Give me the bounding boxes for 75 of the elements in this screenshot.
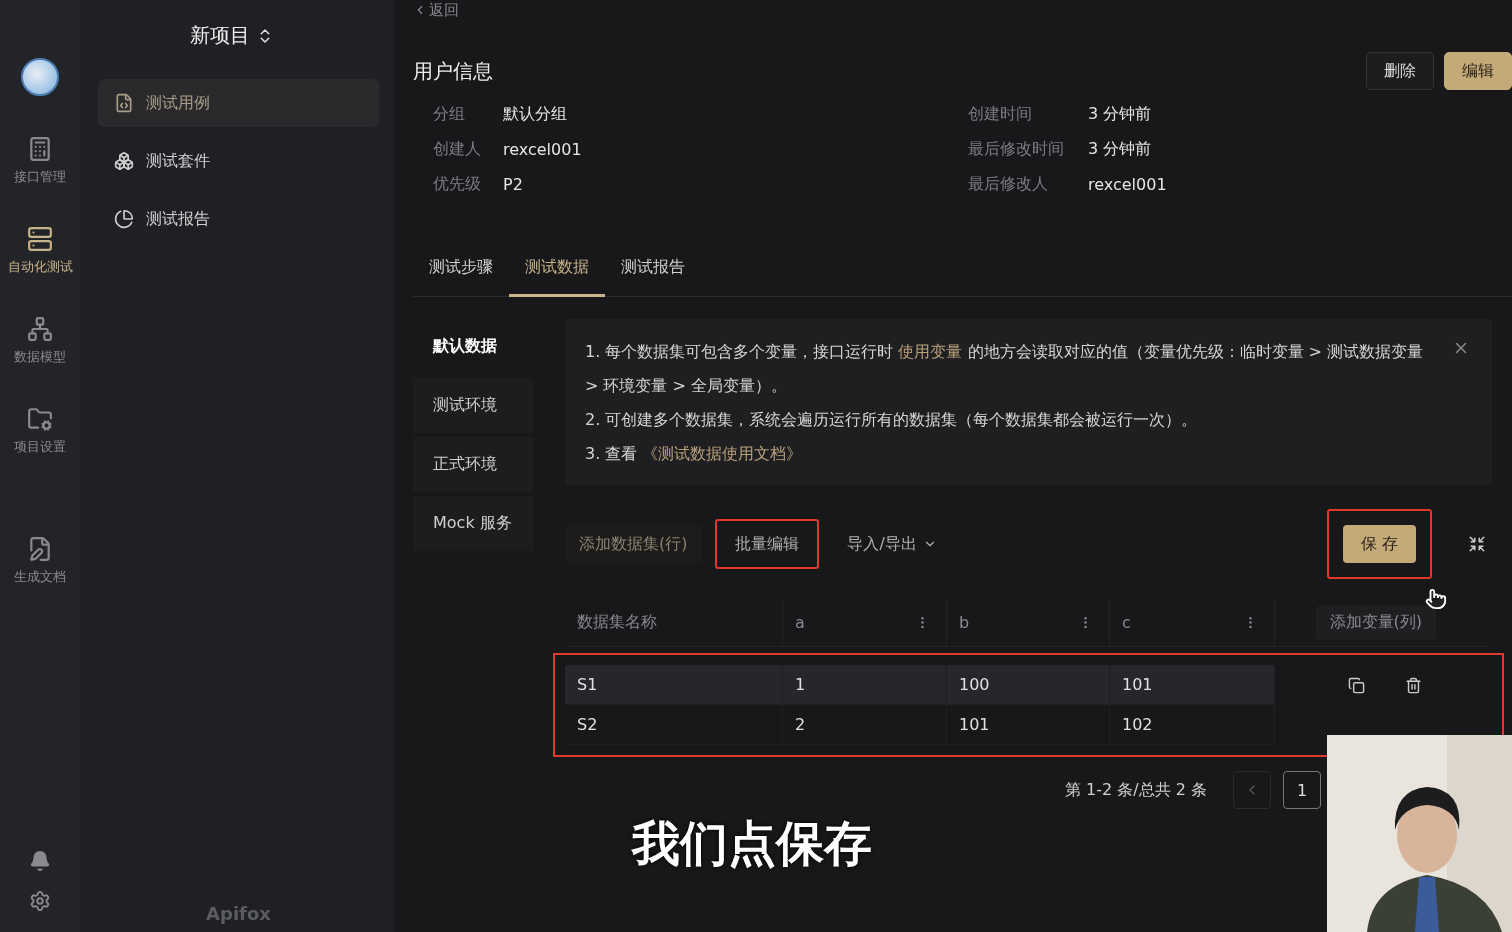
- table-cell: 102: [1110, 705, 1275, 745]
- calculator-icon: [27, 136, 53, 162]
- save-button[interactable]: 保 存: [1342, 525, 1416, 563]
- notice-text: 2. 可创建多个数据集，系统会遍历运行所有的数据集（每个数据集都会被运行一次）。: [585, 409, 1199, 431]
- subtitle: 我们点保存: [632, 814, 872, 873]
- collapse-icon[interactable]: [1468, 535, 1486, 553]
- tab[interactable]: 测试数据: [509, 245, 605, 297]
- tab[interactable]: 测试报告: [605, 245, 701, 297]
- sidebar-item[interactable]: 接口管理: [14, 136, 66, 186]
- network-icon: [27, 316, 53, 342]
- notice-link[interactable]: 《测试数据使用文档》: [642, 444, 803, 463]
- table-row[interactable]: S1 1 100 101: [565, 665, 1275, 705]
- notice-text: 3. 查看 《测试数据使用文档》: [585, 443, 804, 465]
- action-button[interactable]: 编辑: [1444, 52, 1512, 90]
- field-label: 分组: [433, 104, 466, 125]
- action-button[interactable]: 删除: [1366, 52, 1434, 90]
- page-button[interactable]: 1: [1283, 771, 1322, 809]
- notice-text: 1. 每个数据集可包含多个变量，接口运行时 使用变量 的地方会读取对应的值（变量优先级：临时变量 > 测试数据变量 > 环境变量 > 全局变量）。: [585, 341, 1425, 397]
- folder-gear-icon: [27, 406, 53, 432]
- table-cell: 101: [1110, 665, 1275, 705]
- tab[interactable]: 测试步骤: [413, 245, 509, 297]
- table-cell: 2: [783, 705, 947, 745]
- nav-item[interactable]: 测试报告: [98, 195, 379, 243]
- bell-icon[interactable]: [29, 850, 51, 872]
- field-value: 默认分组: [503, 104, 568, 125]
- pagination-summary: 第 1-2 条/总共 2 条: [1065, 779, 1208, 801]
- sidebar-item[interactable]: 生成文档: [14, 536, 66, 586]
- environment-tab[interactable]: Mock 服务: [413, 496, 533, 551]
- table-cell: S1: [565, 665, 783, 705]
- server-icon: [27, 226, 53, 252]
- column-header: 数据集名称: [577, 612, 657, 633]
- hand-cursor-icon: [1425, 588, 1447, 610]
- column-header: b: [959, 613, 970, 632]
- environment-tab[interactable]: 测试环境: [413, 378, 533, 433]
- field-label: 最后修改人: [968, 174, 1049, 195]
- document-edit-icon: [27, 536, 53, 562]
- column-header: c: [1122, 613, 1131, 632]
- sidebar-item[interactable]: 数据模型: [14, 316, 66, 366]
- field-value: rexcel001: [1088, 175, 1168, 194]
- nav-item[interactable]: 测试套件: [98, 137, 379, 185]
- trash-icon[interactable]: [1405, 676, 1422, 694]
- table-cell: S2: [565, 705, 783, 745]
- brand-logo: Apifox: [206, 903, 271, 924]
- page-title: 用户信息: [413, 57, 493, 85]
- field-label: 最后修改时间: [968, 139, 1065, 160]
- sidebar-item[interactable]: 项目设置: [14, 406, 66, 456]
- boxes-icon: [114, 151, 134, 171]
- sidebar-item[interactable]: 自动化测试: [7, 226, 73, 276]
- code-file-icon: [114, 93, 134, 113]
- field-value: rexcel001: [503, 140, 583, 159]
- field-label: 优先级: [433, 174, 482, 195]
- avatar[interactable]: [21, 58, 59, 96]
- copy-icon[interactable]: [1348, 676, 1365, 694]
- table-cell: 100: [947, 665, 1110, 705]
- back-link[interactable]: 返回: [413, 0, 1512, 20]
- table-cell: 1: [783, 665, 947, 705]
- field-label: 创建人: [433, 139, 482, 160]
- nav-item[interactable]: 测试用例: [98, 79, 379, 127]
- add-column-button[interactable]: 添加变量(列): [1315, 605, 1436, 640]
- project-name[interactable]: 新项目: [190, 22, 250, 49]
- environment-tab[interactable]: 正式环境: [413, 437, 533, 492]
- table-cell: 101: [947, 705, 1110, 745]
- field-value: 3 分钟前: [1088, 104, 1153, 125]
- add-row-button[interactable]: 添加数据集(行): [565, 525, 702, 563]
- notice-link[interactable]: 使用变量: [898, 342, 963, 361]
- field-value: 3 分钟前: [1088, 139, 1153, 160]
- import-export-button[interactable]: 导入/导出: [833, 525, 951, 563]
- field-label: 创建时间: [968, 104, 1033, 125]
- field-value: P2: [503, 175, 524, 194]
- environment-tab[interactable]: 默认数据: [413, 319, 533, 374]
- column-header: a: [795, 613, 805, 632]
- settings-icon[interactable]: [29, 890, 51, 912]
- pie-chart-icon: [114, 209, 134, 229]
- batch-edit-button[interactable]: 批量编辑: [721, 525, 814, 563]
- table-row[interactable]: S2 2 101 102: [565, 705, 1275, 745]
